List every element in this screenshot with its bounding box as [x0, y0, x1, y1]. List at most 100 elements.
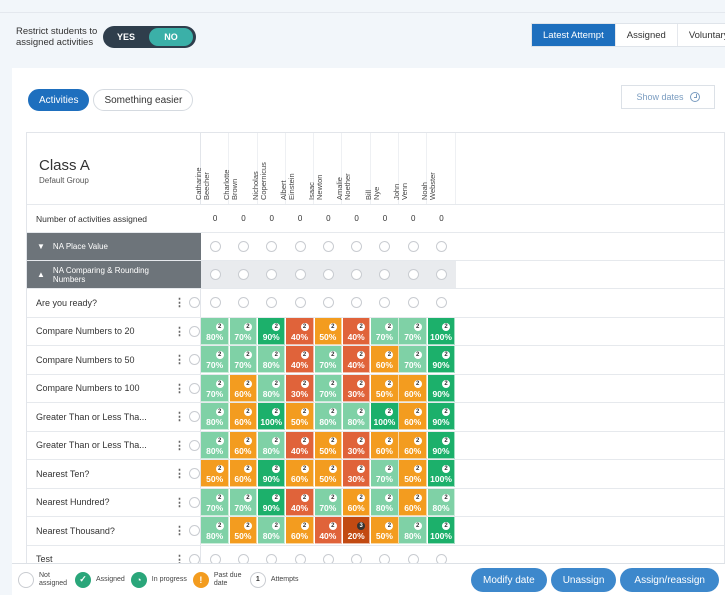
score-cell[interactable]: 2 70% — [371, 317, 399, 346]
assignment-cell[interactable] — [229, 233, 258, 260]
score-cell[interactable]: 2 70% — [314, 374, 343, 403]
score-cell[interactable]: 2 90% — [257, 317, 286, 346]
score-cell[interactable]: 2 70% — [371, 460, 399, 488]
assignment-cell[interactable] — [201, 289, 230, 317]
show-dates-button[interactable]: Show dates — [621, 85, 715, 109]
more-vertical-icon[interactable]: ⋮ — [170, 432, 188, 460]
score-cell[interactable]: 2 70% — [229, 488, 258, 517]
score-cell[interactable]: 2 70% — [314, 488, 343, 517]
assignment-cell[interactable] — [342, 233, 371, 260]
assignment-cell[interactable] — [257, 233, 286, 260]
score-cell[interactable]: 2 80% — [314, 403, 343, 431]
score-cell[interactable]: 2 60% — [399, 431, 427, 460]
score-cell[interactable]: 2 60% — [229, 460, 258, 488]
more-vertical-icon[interactable]: ⋮ — [170, 375, 188, 403]
score-cell[interactable]: 2 70% — [201, 346, 229, 374]
assignment-cell[interactable] — [201, 261, 230, 288]
toggle-yes[interactable]: YES — [103, 26, 149, 48]
row-select[interactable] — [188, 488, 201, 516]
score-cell[interactable]: 2 50% — [229, 517, 258, 545]
score-cell[interactable]: 2 40% — [286, 488, 314, 517]
row-select[interactable] — [188, 517, 201, 545]
score-cell[interactable]: 2 80% — [257, 374, 286, 403]
score-cell[interactable]: 2 40% — [342, 317, 371, 346]
student-column-header[interactable]: Noah Webster — [420, 133, 456, 204]
assignment-cell[interactable] — [399, 289, 428, 317]
score-cell[interactable]: 2 80% — [257, 517, 286, 545]
score-cell[interactable]: 2 30% — [286, 374, 314, 403]
tab-voluntary[interactable]: Voluntary — [678, 24, 725, 46]
assignment-cell[interactable] — [427, 261, 456, 288]
score-cell[interactable]: 2 70% — [399, 317, 427, 346]
score-cell[interactable]: 2 60% — [371, 346, 399, 374]
assignment-cell[interactable] — [370, 261, 400, 288]
score-cell[interactable]: 2 50% — [314, 460, 343, 488]
score-cell[interactable]: 2 90% — [427, 403, 456, 431]
score-cell[interactable]: 2 90% — [427, 431, 456, 460]
score-cell[interactable]: 2 80% — [257, 346, 286, 374]
unassign-button[interactable]: Unassign — [550, 568, 617, 592]
row-select[interactable] — [188, 346, 201, 374]
assignment-cell[interactable] — [257, 261, 286, 288]
score-cell[interactable]: 2 30% — [342, 460, 371, 488]
score-cell[interactable]: 2 50% — [371, 517, 399, 545]
more-vertical-icon[interactable]: ⋮ — [170, 346, 188, 374]
row-select[interactable] — [188, 431, 201, 459]
score-cell[interactable]: 2 60% — [342, 488, 371, 517]
score-cell[interactable]: 2 80% — [257, 431, 286, 460]
score-cell[interactable]: 2 60% — [286, 517, 314, 545]
score-cell[interactable]: 2 40% — [286, 346, 314, 374]
assignment-cell[interactable] — [427, 289, 456, 317]
row-select[interactable] — [188, 317, 201, 345]
more-vertical-icon[interactable]: ⋮ — [170, 403, 188, 431]
score-cell[interactable]: 2 60% — [371, 431, 399, 460]
score-cell[interactable]: 2 30% — [342, 374, 371, 403]
score-cell[interactable]: 3 20% — [342, 517, 371, 545]
row-select[interactable] — [188, 289, 201, 317]
row-select[interactable] — [188, 403, 201, 431]
assignment-cell[interactable] — [370, 289, 400, 317]
section-header[interactable]: ▲ NA Comparing & Rounding Numbers — [27, 261, 201, 288]
score-cell[interactable]: 2 70% — [229, 346, 258, 374]
tab-latest-attempt[interactable]: Latest Attempt — [532, 24, 616, 46]
score-cell[interactable]: 2 70% — [399, 346, 427, 374]
score-cell[interactable]: 2 70% — [201, 488, 229, 517]
score-cell[interactable]: 2 50% — [314, 431, 343, 460]
score-cell[interactable]: 2 80% — [399, 517, 427, 545]
score-cell[interactable]: 2 70% — [314, 346, 343, 374]
assignment-cell[interactable] — [257, 289, 286, 317]
assignment-cell[interactable] — [370, 233, 400, 260]
score-cell[interactable]: 2 60% — [229, 403, 258, 431]
score-cell[interactable]: 2 90% — [427, 346, 456, 374]
more-vertical-icon[interactable]: ⋮ — [170, 289, 188, 317]
score-cell[interactable]: 2 100% — [427, 460, 456, 488]
toggle-no[interactable]: NO — [149, 28, 193, 46]
score-cell[interactable]: 2 40% — [286, 431, 314, 460]
assignment-cell[interactable] — [427, 233, 456, 260]
more-vertical-icon[interactable]: ⋮ — [170, 460, 188, 488]
score-cell[interactable]: 2 60% — [286, 460, 314, 488]
score-cell[interactable]: 2 50% — [286, 403, 314, 431]
score-cell[interactable]: 2 70% — [201, 374, 229, 403]
score-cell[interactable]: 2 40% — [314, 517, 343, 545]
score-cell[interactable]: 2 60% — [399, 374, 427, 403]
row-select[interactable] — [188, 374, 201, 402]
score-cell[interactable]: 2 80% — [201, 431, 229, 460]
score-cell[interactable]: 2 60% — [229, 431, 258, 460]
score-cell[interactable]: 2 40% — [286, 317, 314, 346]
score-cell[interactable]: 2 40% — [342, 346, 371, 374]
row-select[interactable] — [188, 460, 201, 488]
assignment-cell[interactable] — [399, 261, 428, 288]
assignment-cell[interactable] — [229, 261, 258, 288]
score-cell[interactable]: 2 90% — [257, 488, 286, 517]
assignment-cell[interactable] — [201, 233, 230, 260]
assignment-cell[interactable] — [285, 261, 315, 288]
assignment-cell[interactable] — [285, 233, 315, 260]
activities-pill[interactable]: Activities — [28, 89, 90, 111]
assignment-cell[interactable] — [285, 289, 315, 317]
score-cell[interactable]: 2 100% — [257, 403, 286, 431]
score-cell[interactable]: 2 50% — [201, 460, 229, 488]
assign-reassign-button[interactable]: Assign/reassign — [620, 568, 719, 592]
more-vertical-icon[interactable]: ⋮ — [170, 517, 188, 545]
tab-assigned[interactable]: Assigned — [616, 24, 678, 46]
